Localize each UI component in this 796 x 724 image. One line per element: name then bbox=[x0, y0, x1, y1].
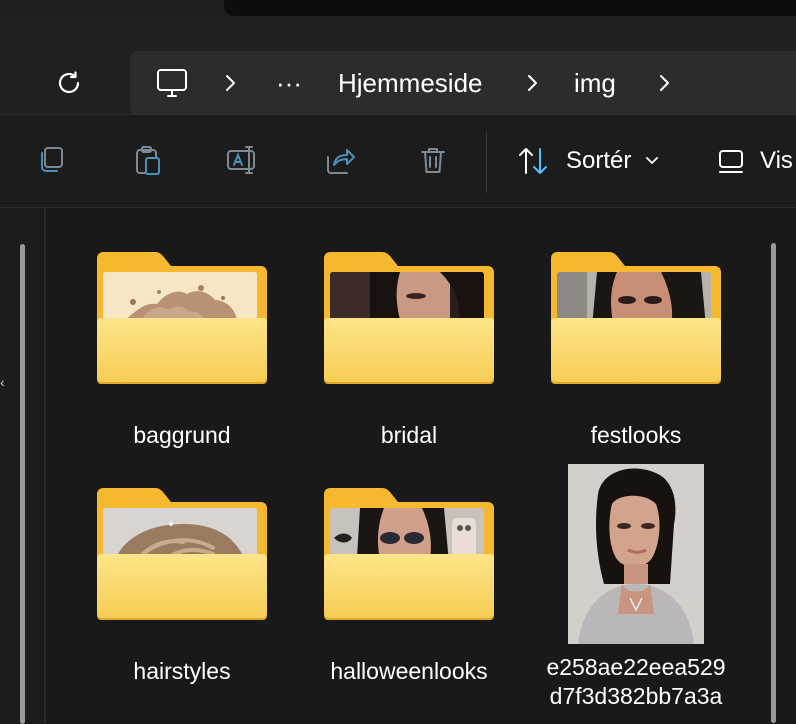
image-file-item[interactable]: e258ae22eea529 d7f3d382bb7a3a bbox=[531, 464, 741, 710]
this-pc-crumb[interactable] bbox=[154, 51, 190, 115]
overflow-dots: ··· bbox=[276, 67, 302, 98]
folder-icon bbox=[97, 248, 267, 384]
chevron-right-icon bbox=[226, 75, 235, 91]
paste-button[interactable] bbox=[122, 135, 172, 185]
navigation-scrollbar[interactable] bbox=[20, 244, 25, 724]
image-thumbnail bbox=[568, 464, 704, 644]
item-name: festlooks bbox=[590, 422, 682, 448]
item-name: halloweenlooks bbox=[330, 658, 488, 684]
rename-icon bbox=[227, 146, 255, 174]
folder-front bbox=[97, 554, 267, 618]
collapse-arrow-icon[interactable]: ‹ bbox=[0, 374, 5, 390]
command-bar: Sortér Vis bbox=[0, 115, 796, 207]
view-button[interactable]: Vis bbox=[716, 133, 793, 189]
folder-front bbox=[97, 318, 267, 382]
delete-icon bbox=[421, 148, 445, 173]
rename-button[interactable] bbox=[218, 135, 268, 185]
content-scrollbar[interactable] bbox=[771, 243, 776, 723]
computer-icon bbox=[157, 69, 187, 97]
folder-icon bbox=[324, 248, 494, 384]
crumb-separator[interactable] bbox=[222, 51, 238, 115]
paste-icon bbox=[136, 146, 160, 175]
folder-item[interactable]: baggrund bbox=[77, 248, 287, 449]
delete-button[interactable] bbox=[408, 135, 458, 185]
crumb-overflow[interactable]: ··· bbox=[276, 51, 302, 115]
address-row: ··· Hjemmeside img bbox=[0, 18, 796, 115]
copy-icon bbox=[41, 147, 63, 172]
refresh-icon bbox=[58, 71, 80, 94]
view-label: Vis bbox=[760, 147, 793, 174]
title-strip bbox=[0, 0, 796, 18]
crumb-separator[interactable] bbox=[656, 51, 672, 115]
sort-label: Sortér bbox=[566, 147, 632, 174]
item-name-line-2: d7f3d382bb7a3a bbox=[549, 683, 723, 709]
folder-icon bbox=[551, 248, 721, 384]
folder-icon bbox=[97, 484, 267, 620]
refresh-button[interactable] bbox=[44, 58, 94, 108]
address-bar[interactable]: ··· Hjemmeside img bbox=[130, 51, 796, 115]
folder-item[interactable]: halloweenlooks bbox=[304, 484, 514, 685]
crumb-label: Hjemmeside bbox=[338, 67, 483, 98]
sort-button[interactable]: Sortér bbox=[516, 133, 661, 189]
chevron-down-icon bbox=[646, 157, 659, 164]
folder-front bbox=[324, 318, 494, 382]
sort-icon bbox=[519, 148, 547, 174]
toolbar-divider bbox=[486, 131, 487, 193]
crumb-label: img bbox=[574, 67, 616, 98]
chevron-right-icon bbox=[660, 75, 669, 91]
crumb-separator[interactable] bbox=[524, 51, 540, 115]
item-name: baggrund bbox=[133, 422, 231, 448]
folder-item[interactable]: hairstyles bbox=[77, 484, 287, 685]
item-name: bridal bbox=[380, 422, 438, 448]
copy-button[interactable] bbox=[26, 135, 76, 185]
folder-item[interactable]: bridal bbox=[304, 248, 514, 449]
folder-front bbox=[324, 554, 494, 618]
chevron-right-icon bbox=[528, 75, 537, 91]
crumb-img[interactable]: img bbox=[574, 51, 616, 115]
view-icon bbox=[719, 150, 743, 173]
item-name: hairstyles bbox=[133, 658, 231, 684]
folder-icon bbox=[324, 484, 494, 620]
share-button[interactable] bbox=[314, 135, 364, 185]
navigation-pane: ‹ bbox=[0, 208, 44, 724]
share-icon bbox=[327, 149, 355, 174]
item-name-line-1: e258ae22eea529 bbox=[546, 654, 726, 680]
tab-area bbox=[224, 0, 796, 16]
folder-item[interactable]: festlooks bbox=[531, 248, 741, 449]
crumb-hjemmeside[interactable]: Hjemmeside bbox=[338, 51, 483, 115]
folder-front bbox=[551, 318, 721, 382]
